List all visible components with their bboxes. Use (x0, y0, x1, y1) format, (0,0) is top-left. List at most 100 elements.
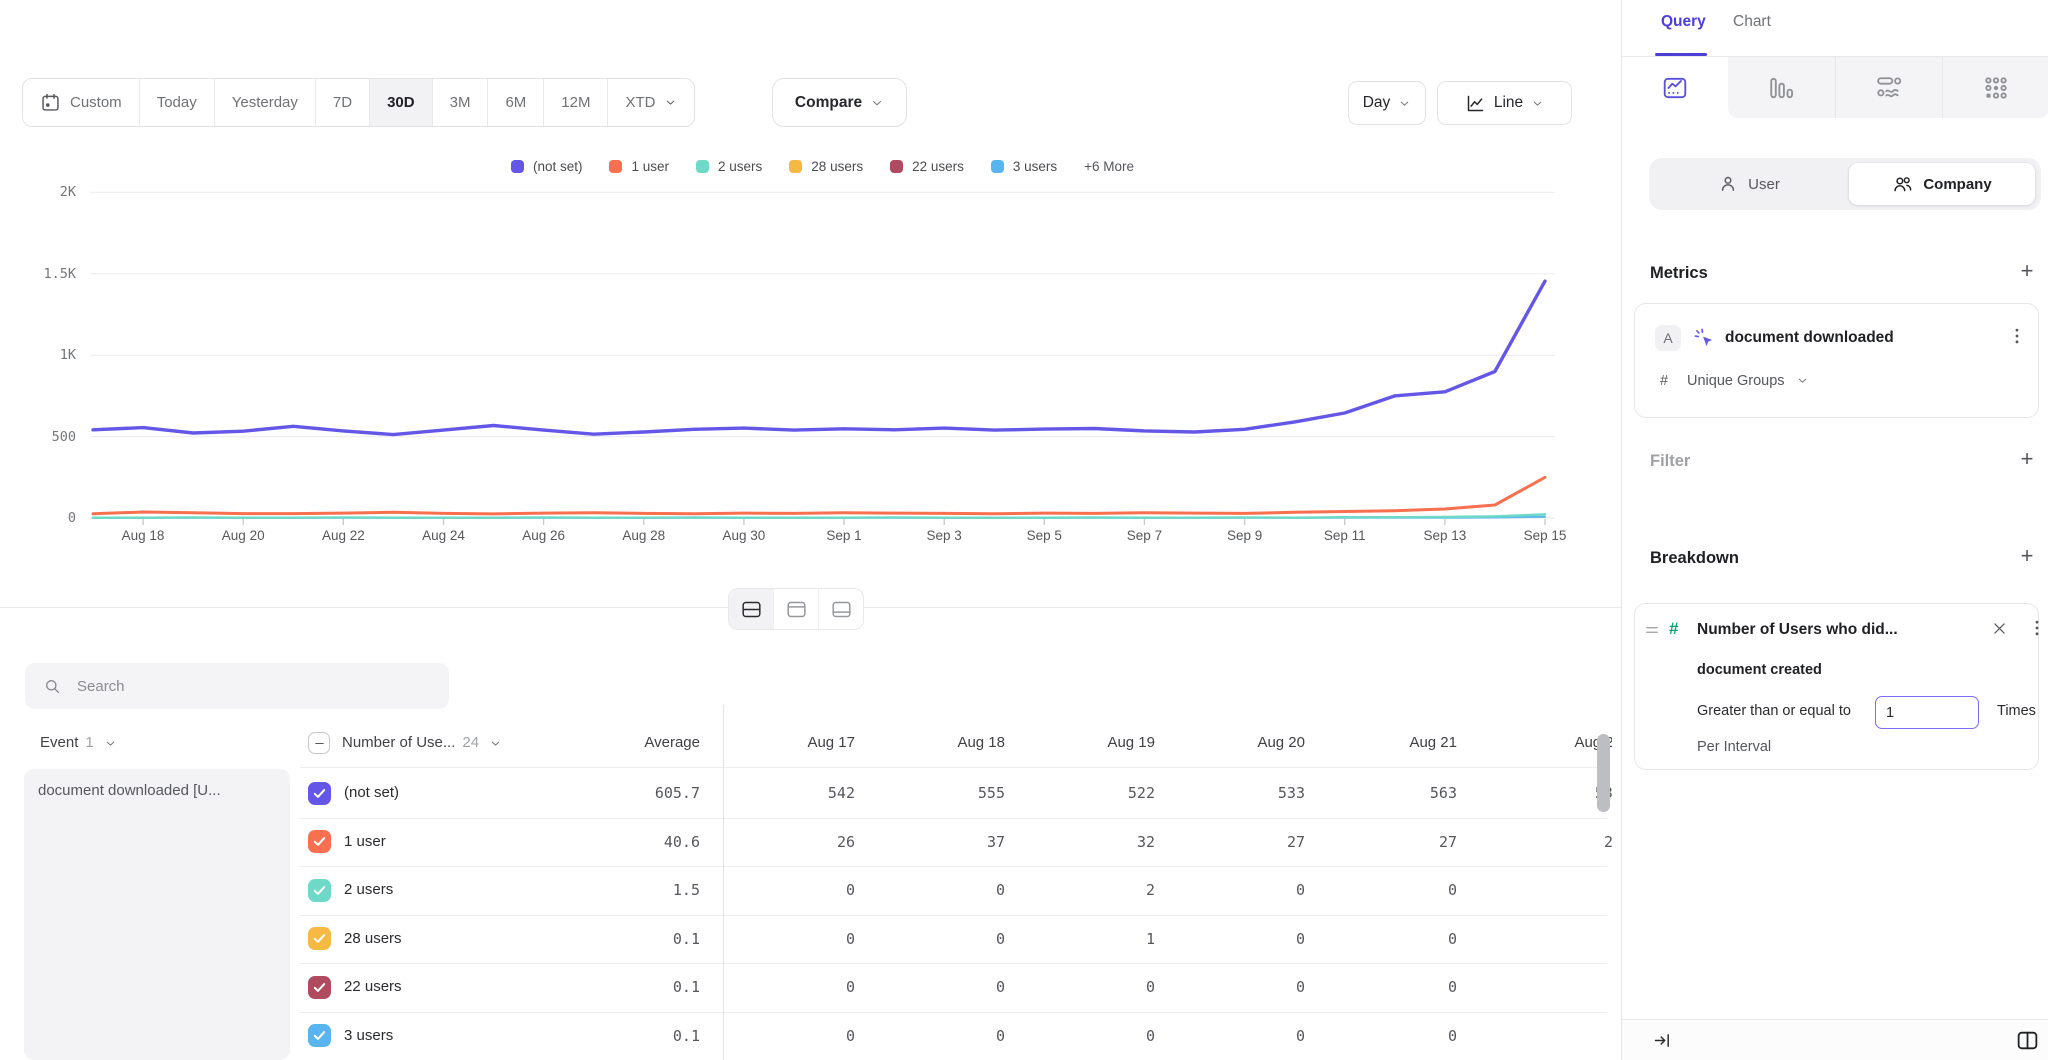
cell-value: 0 (725, 1012, 855, 1060)
add-filter-button[interactable]: + (2014, 446, 2040, 472)
cell-value: 32 (1025, 818, 1155, 867)
cell-value: 0 (1492, 866, 1612, 915)
filter-title: Filter (1650, 452, 1690, 471)
cell-value: 0 (1492, 1012, 1612, 1060)
series-label: 1 user (344, 818, 386, 867)
series-checkbox[interactable] (308, 1024, 331, 1047)
metric-badge: A (1655, 325, 1681, 351)
average-value: 605.7 (580, 769, 700, 818)
cell-value: 27 (1175, 818, 1305, 867)
average-value: 0.1 (580, 1012, 700, 1060)
header-divider (300, 767, 1607, 768)
scope-option-user[interactable]: User (1649, 158, 1849, 210)
cell-value: 1 (1025, 915, 1155, 964)
metric-event-name[interactable]: document downloaded (1725, 329, 1894, 347)
drag-handle-icon[interactable] (1643, 621, 1661, 639)
chart-type-tab-flow[interactable] (1835, 57, 1942, 118)
series-checkbox[interactable] (308, 927, 331, 950)
tab-query[interactable]: Query (1661, 13, 1706, 31)
user-icon (1718, 174, 1738, 194)
add-metric-button[interactable]: + (2014, 258, 2040, 284)
cell-value: 2 (1025, 866, 1155, 915)
close-icon[interactable] (1991, 620, 2008, 637)
chart-type-tab-line-chart[interactable] (1622, 57, 1728, 118)
panel-footer (1622, 1019, 2048, 1060)
breakdown-card[interactable]: # Number of Users who did... document cr… (1634, 603, 2039, 770)
series-label: 3 users (344, 1012, 393, 1060)
metrics-title: Metrics (1650, 264, 1708, 283)
line-chart-icon (1662, 75, 1688, 101)
chart-type-tab-bar-chart[interactable] (1728, 57, 1834, 118)
average-value: 40.6 (580, 818, 700, 867)
series-label: 22 users (344, 963, 402, 1012)
cell-value: 0 (1327, 915, 1457, 964)
cell-value: 0 (1327, 866, 1457, 915)
cell-value: 0 (1175, 866, 1305, 915)
cell-value: 530 (1492, 769, 1612, 818)
query-panel: Query Chart User Company Metrics + A doc… (1621, 0, 2048, 1060)
series-checkbox[interactable] (308, 782, 331, 805)
metric-card[interactable]: A document downloaded # Unique Groups (1634, 303, 2039, 418)
cell-value: 0 (875, 915, 1005, 964)
cell-value: 542 (725, 769, 855, 818)
table-row: 2 users1.5002000 (0, 866, 1612, 915)
breakdown-card-title[interactable]: Number of Users who did... (1697, 621, 1898, 639)
collapse-panel-icon[interactable] (1652, 1030, 1673, 1051)
cell-value: 26 (725, 818, 855, 867)
table-scrollbar[interactable] (1597, 734, 1610, 812)
chart-type-tabs (1622, 57, 2048, 118)
add-breakdown-button[interactable]: + (2014, 543, 2040, 569)
cell-value: 0 (725, 866, 855, 915)
event-sparkle-icon (1693, 327, 1716, 350)
cell-value: 0 (725, 915, 855, 964)
average-value: 0.1 (580, 963, 700, 1012)
series-checkbox[interactable] (308, 976, 331, 999)
kebab-menu-icon[interactable] (2007, 326, 2027, 346)
split-panel-icon[interactable] (2015, 1028, 2040, 1053)
flow-icon (1876, 75, 1902, 101)
condition-value-input[interactable] (1875, 696, 1979, 729)
cell-value: 0 (1492, 915, 1612, 964)
table-rows: (not set)605.75425555225335635301 user40… (0, 0, 1612, 1060)
cell-value: 0 (1492, 963, 1612, 1012)
tab-chart[interactable]: Chart (1733, 13, 1771, 31)
cell-value: 37 (875, 818, 1005, 867)
bar-chart-icon (1768, 75, 1794, 101)
table-row: 22 users0.1000000 (0, 963, 1612, 1012)
kebab-menu-icon[interactable] (2027, 618, 2047, 638)
table-row: 1 user40.6263732272728 (0, 818, 1612, 867)
cell-value: 0 (1025, 1012, 1155, 1060)
table-row: 3 users0.1000000 (0, 1012, 1612, 1060)
number-property-icon: # (1669, 619, 1678, 639)
condition-label[interactable]: Greater than or equal to (1697, 703, 1851, 719)
cell-value: 563 (1327, 769, 1457, 818)
series-label: (not set) (344, 769, 399, 818)
condition-unit: Times (1997, 703, 2036, 719)
series-label: 2 users (344, 866, 393, 915)
cell-value: 0 (1175, 915, 1305, 964)
cell-value: 0 (725, 963, 855, 1012)
cell-value: 28 (1492, 818, 1612, 867)
grid-dots-icon (1983, 75, 2009, 101)
series-checkbox[interactable] (308, 830, 331, 853)
scope-toggle: User Company (1649, 158, 2041, 210)
company-icon (1892, 174, 1913, 195)
cell-value: 522 (1025, 769, 1155, 818)
breakdown-event-name[interactable]: document created (1697, 662, 1822, 678)
average-value: 0.1 (580, 915, 700, 964)
analytics-app: CustomTodayYesterday7D30D3M6M12MXTD Comp… (0, 0, 2048, 1060)
per-interval-label[interactable]: Per Interval (1697, 739, 1771, 755)
cell-value: 0 (1175, 1012, 1305, 1060)
cell-value: 0 (1327, 963, 1457, 1012)
chart-type-tab-grid-dots[interactable] (1942, 57, 2048, 118)
aggregation-dropdown[interactable]: Unique Groups (1687, 373, 1809, 389)
series-label: 28 users (344, 915, 402, 964)
cell-value: 0 (875, 1012, 1005, 1060)
breakdown-title: Breakdown (1650, 549, 1739, 568)
cell-value: 0 (1327, 1012, 1457, 1060)
cell-value: 0 (1175, 963, 1305, 1012)
series-checkbox[interactable] (308, 879, 331, 902)
cell-value: 0 (875, 963, 1005, 1012)
chevron-down-icon (1796, 374, 1809, 387)
scope-option-company[interactable]: Company (1849, 163, 2035, 205)
